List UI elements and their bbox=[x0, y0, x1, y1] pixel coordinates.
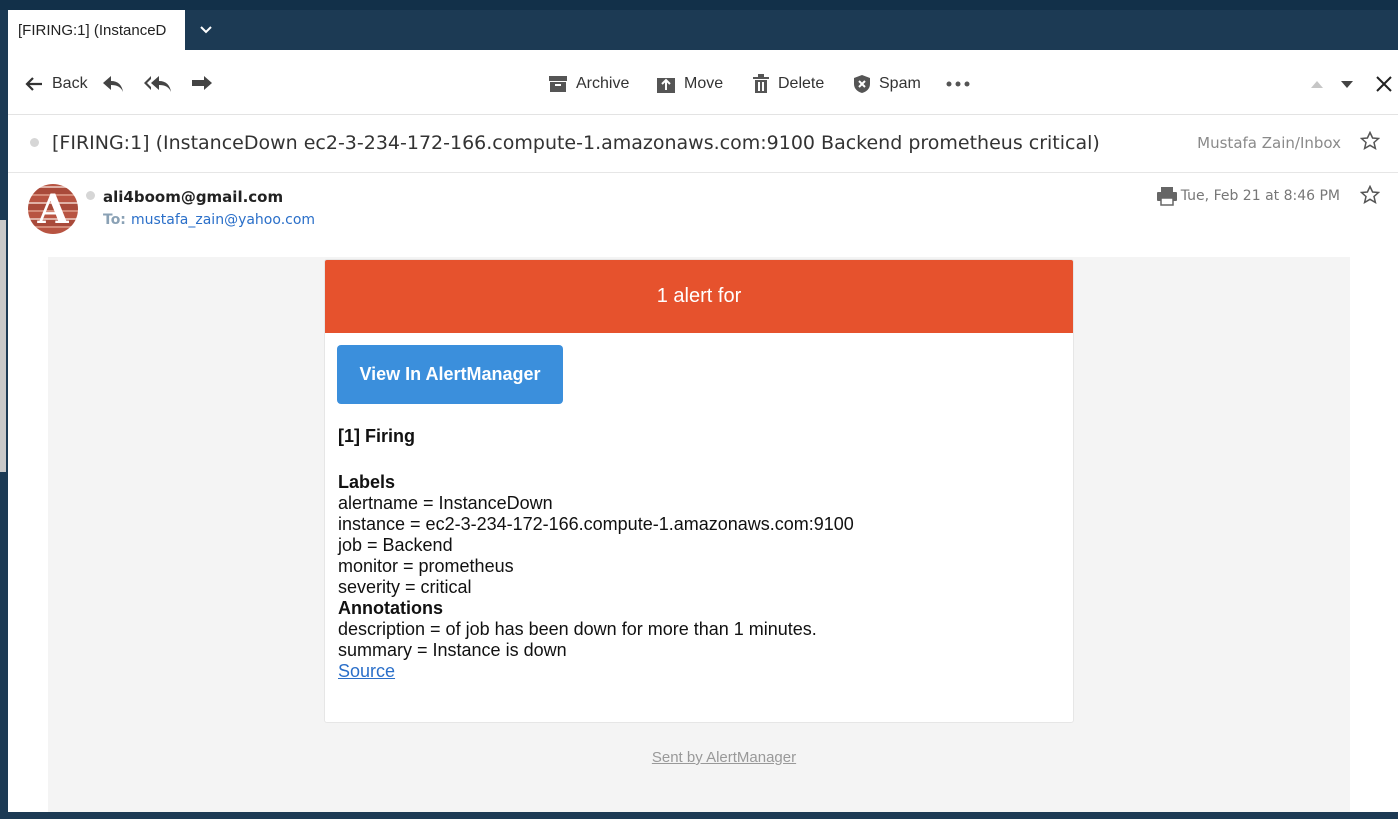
delete-button[interactable]: Delete bbox=[752, 70, 824, 98]
label-line: alertname = InstanceDown bbox=[338, 493, 553, 513]
printer-icon bbox=[1157, 187, 1177, 206]
archive-icon bbox=[549, 76, 567, 92]
alert-banner: 1 alert for bbox=[325, 260, 1073, 333]
star-icon bbox=[1359, 130, 1381, 151]
alert-card: 1 alert for View In AlertManager [1] Fir… bbox=[324, 259, 1074, 723]
tab-bar: [FIRING:1] (InstanceD bbox=[0, 0, 1398, 50]
email-body: 1 alert for View In AlertManager [1] Fir… bbox=[48, 257, 1350, 812]
reply-button[interactable] bbox=[101, 70, 125, 98]
reply-all-button[interactable] bbox=[143, 70, 173, 98]
labels-heading: Labels bbox=[338, 472, 396, 492]
label-line: instance = ec2-3-234-172-166.compute-1.a… bbox=[338, 514, 854, 534]
folder-path[interactable]: Mustafa Zain/Inbox bbox=[1197, 134, 1341, 152]
star-subject-button[interactable] bbox=[1359, 130, 1381, 156]
previous-message-button[interactable] bbox=[1310, 70, 1324, 98]
spam-label: Spam bbox=[879, 75, 921, 92]
close-button[interactable] bbox=[1375, 70, 1393, 98]
archive-button[interactable]: Archive bbox=[548, 70, 629, 98]
firing-heading: [1] Firing bbox=[338, 426, 415, 446]
star-message-button[interactable] bbox=[1359, 184, 1381, 210]
recipient-email[interactable]: mustafa_zain@yahoo.com bbox=[131, 212, 315, 228]
spam-button[interactable]: Spam bbox=[853, 70, 921, 98]
message-subject: [FIRING:1] (InstanceDown ec2-3-234-172-1… bbox=[52, 132, 1100, 154]
delete-label: Delete bbox=[778, 75, 825, 92]
sender-status-dot bbox=[86, 191, 95, 200]
tab-menu-button[interactable] bbox=[192, 16, 220, 44]
triangle-up-icon bbox=[1311, 80, 1323, 88]
next-message-button[interactable] bbox=[1340, 70, 1354, 98]
trash-icon bbox=[753, 74, 769, 93]
subject-row: [FIRING:1] (InstanceDown ec2-3-234-172-1… bbox=[8, 116, 1398, 173]
message-date: Tue, Feb 21 at 8:46 PM bbox=[1180, 188, 1340, 204]
print-button[interactable] bbox=[1156, 186, 1178, 211]
move-button[interactable]: Move bbox=[656, 70, 723, 98]
avatar-letter: A bbox=[37, 186, 69, 233]
message-window: Back Archive Move Delete Spam [FIRING:1]… bbox=[0, 50, 1398, 812]
back-label: Back bbox=[52, 75, 88, 92]
view-in-alertmanager-button[interactable]: View In AlertManager bbox=[337, 345, 563, 404]
annotations-heading: Annotations bbox=[338, 598, 443, 618]
label-line: severity = critical bbox=[338, 577, 472, 597]
triangle-down-icon bbox=[1341, 80, 1353, 88]
annotation-line: summary = Instance is down bbox=[338, 640, 567, 660]
tab-message[interactable]: [FIRING:1] (InstanceD bbox=[8, 10, 185, 50]
source-link[interactable]: Source bbox=[338, 661, 395, 681]
close-icon bbox=[1376, 76, 1392, 92]
back-button[interactable]: Back bbox=[24, 70, 88, 98]
label-line: monitor = prometheus bbox=[338, 556, 514, 576]
move-icon bbox=[657, 78, 675, 93]
toolbar: Back Archive Move Delete Spam bbox=[8, 50, 1398, 115]
forward-button[interactable] bbox=[190, 70, 214, 98]
archive-label: Archive bbox=[576, 75, 630, 92]
scrollbar-thumb[interactable] bbox=[0, 220, 6, 472]
sender-email[interactable]: ali4boom@gmail.com bbox=[103, 188, 283, 206]
reply-all-icon bbox=[144, 76, 171, 92]
sent-by-link[interactable]: Sent by AlertManager bbox=[48, 749, 1398, 766]
shield-icon bbox=[854, 75, 870, 93]
tab-bar-accent bbox=[0, 0, 1398, 10]
message-header: A ali4boom@gmail.com To: mustafa_zain@ya… bbox=[8, 174, 1398, 258]
unread-dot-icon[interactable] bbox=[30, 138, 39, 147]
move-label: Move bbox=[684, 75, 724, 92]
arrow-left-icon bbox=[25, 77, 42, 91]
forward-icon bbox=[192, 76, 212, 90]
label-line: job = Backend bbox=[338, 535, 453, 555]
avatar: A bbox=[28, 184, 78, 234]
star-icon bbox=[1359, 184, 1381, 205]
bottom-strip bbox=[0, 812, 1398, 819]
to-label: To: bbox=[103, 212, 126, 228]
more-icon bbox=[946, 81, 970, 87]
reply-icon bbox=[103, 76, 123, 92]
more-button[interactable] bbox=[946, 70, 970, 98]
annotation-line: description = of job has been down for m… bbox=[338, 619, 817, 639]
chevron-down-icon bbox=[200, 26, 212, 34]
alert-details: [1] Firing Labels alertname = InstanceDo… bbox=[338, 426, 854, 682]
